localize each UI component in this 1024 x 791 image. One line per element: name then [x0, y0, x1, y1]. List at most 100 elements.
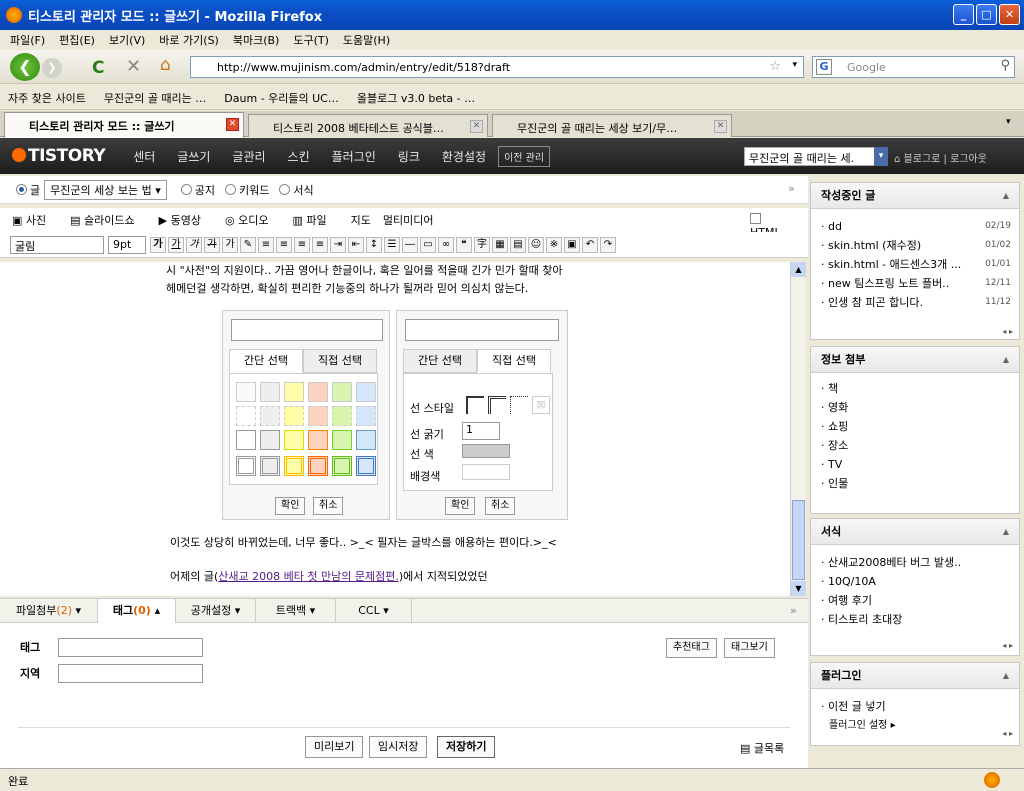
collapse-triangle-icon[interactable]: ▲ — [1003, 347, 1009, 373]
bookmark-mujin[interactable]: 무진군의 골 때리는 … — [104, 90, 206, 106]
swatch[interactable] — [356, 430, 376, 450]
underline-button[interactable]: 가 — [168, 236, 184, 253]
line-style-solid[interactable] — [466, 396, 484, 414]
collapse-triangle-icon[interactable]: ▲ — [1003, 519, 1009, 545]
maximize-button[interactable]: □ — [976, 4, 997, 25]
info-item-tv[interactable]: · TV — [811, 455, 1019, 474]
stop-icon[interactable]: ✕ — [126, 56, 141, 77]
swatch[interactable] — [260, 382, 280, 402]
swatch[interactable] — [308, 456, 328, 476]
outdent-button[interactable]: ⇤ — [348, 236, 364, 253]
swatch[interactable] — [236, 406, 256, 426]
nav-write[interactable]: 글쓰기 — [177, 148, 210, 165]
align-left-button[interactable]: ≡ — [258, 236, 274, 253]
menu-tools[interactable]: 도구(T) — [293, 32, 329, 48]
save-icon[interactable]: ▣ — [564, 236, 580, 253]
swatch[interactable] — [260, 406, 280, 426]
menu-file[interactable]: 파일(F) — [10, 32, 45, 48]
draft-item[interactable]: · dd 02/19 — [811, 217, 1019, 236]
simple-cancel-button[interactable]: 취소 — [313, 497, 344, 515]
direct-cancel-button[interactable]: 취소 — [485, 497, 516, 515]
scroll-up-icon[interactable]: ▲ — [791, 262, 806, 277]
swatch[interactable] — [356, 406, 376, 426]
nav-link[interactable]: 링크 — [398, 148, 420, 165]
attach-file[interactable]: ▥ 파일 — [292, 212, 338, 228]
nav-center[interactable]: 센터 — [133, 148, 155, 165]
tab-simple[interactable]: 간단 선택 — [403, 349, 477, 373]
emoticon-icon[interactable]: ☺ — [528, 236, 544, 253]
scroll-thumb[interactable] — [792, 500, 805, 580]
swatch[interactable] — [308, 430, 328, 450]
expand-icon[interactable]: » — [788, 182, 795, 195]
bookmark-daum[interactable]: Daum - 우리들의 UC… — [224, 90, 339, 106]
swatch[interactable] — [356, 456, 376, 476]
url-dropdown-icon[interactable]: ▾ — [792, 60, 797, 70]
swatch[interactable] — [236, 456, 256, 476]
special-char-button[interactable]: ※ — [546, 236, 562, 253]
dictionary-button[interactable]: 字 — [474, 236, 490, 253]
temp-save-button[interactable]: 임시저장 — [369, 736, 428, 758]
line-style-double[interactable] — [488, 396, 506, 414]
swatch[interactable] — [332, 430, 352, 450]
info-item-book[interactable]: · 책 — [811, 379, 1019, 398]
direct-ok-button[interactable]: 확인 — [445, 497, 476, 515]
indent-button[interactable]: ⇥ — [330, 236, 346, 253]
italic-button[interactable]: 가 — [186, 236, 202, 253]
swatch[interactable] — [236, 382, 256, 402]
preview-button[interactable]: 미리보기 — [305, 736, 364, 758]
swatch[interactable] — [284, 406, 304, 426]
tab-close-icon[interactable]: ✕ — [470, 120, 483, 133]
logout-link[interactable]: 로그아웃 — [950, 154, 987, 165]
tab-mujin-blog[interactable]: 무진군의 골 때리는 세상 보기/무… ✕ — [492, 114, 732, 137]
forward-arrow-icon[interactable]: ❯ — [42, 58, 62, 78]
swatch[interactable] — [260, 430, 280, 450]
region-input[interactable] — [58, 664, 203, 683]
pagination-arrows-icon[interactable]: ◂ ▸ — [985, 641, 1013, 653]
info-item-movie[interactable]: · 영화 — [811, 398, 1019, 417]
font-size-select[interactable]: 9pt — [108, 235, 146, 254]
draft-item[interactable]: · 인생 참 피곤 합니다. 11/12 — [811, 293, 1019, 312]
search-bar[interactable]: G Google ⚲ — [812, 56, 1015, 78]
menu-edit[interactable]: 편집(E) — [59, 32, 95, 48]
draft-item[interactable]: · new 팀스프링 노트 플버.. 12/11 — [811, 274, 1019, 293]
google-engine-icon[interactable]: G — [816, 59, 832, 75]
list-button[interactable]: ☰ — [384, 236, 400, 253]
blog-select-dropdown-icon[interactable]: ▾ — [874, 147, 888, 166]
link-button[interactable]: ∞ — [438, 236, 454, 253]
line-style-dotted[interactable] — [510, 396, 528, 414]
nav-skin[interactable]: 스킨 — [288, 148, 310, 165]
tab-tistory-beta[interactable]: 티스토리 2008 베타테스트 공식블… ✕ — [248, 114, 488, 137]
swatch[interactable] — [284, 382, 304, 402]
swatch[interactable] — [284, 456, 304, 476]
nav-manage[interactable]: 글관리 — [232, 148, 265, 165]
line-width-stepper[interactable]: 1 — [462, 422, 500, 440]
bg-color-picker[interactable] — [462, 464, 510, 480]
tab-ccl[interactable]: CCL ▾ — [336, 599, 412, 623]
align-justify-button[interactable]: ≡ — [312, 236, 328, 253]
nav-settings[interactable]: 환경설정 — [442, 148, 486, 165]
minimize-button[interactable]: _ — [953, 4, 974, 25]
bookmark-most-visited[interactable]: 자주 찾은 사이트 — [8, 90, 86, 106]
plugin-item[interactable]: · 이전 글 넣기 — [811, 697, 1019, 716]
tab-simple[interactable]: 간단 선택 — [229, 349, 303, 373]
tab-tistory-admin[interactable]: 티스토리 관리자 모드 :: 글쓰기 ✕ — [4, 112, 244, 138]
radio-template[interactable] — [279, 184, 291, 195]
table-button[interactable]: ▤ — [510, 236, 526, 253]
attach-map[interactable]: 지도 — [351, 212, 371, 228]
menu-bookmarks[interactable]: 북마크(B) — [233, 32, 280, 48]
bold-button[interactable]: 가 — [150, 236, 166, 253]
collapse-triangle-icon[interactable]: ▲ — [1003, 183, 1009, 209]
menu-view[interactable]: 보기(V) — [109, 32, 145, 48]
editor-content[interactable]: 시 "사전"의 지원이다.. 가끔 영어나 한글이나, 혹은 일어를 적을때 긴… — [0, 262, 790, 596]
nav-plugin[interactable]: 플러그인 — [332, 148, 376, 165]
swatch[interactable] — [308, 406, 328, 426]
attach-video[interactable]: ▶ 동영상 — [159, 212, 213, 228]
editor-scrollbar[interactable]: ▲ ▼ — [790, 262, 806, 596]
tab-file-attach[interactable]: 파일첨부(2) ▾ — [0, 599, 98, 623]
reload-icon[interactable]: C — [92, 58, 104, 78]
highlight-button[interactable]: ✎ — [240, 236, 256, 253]
glbox-button[interactable]: ▦ — [492, 236, 508, 253]
strike-button[interactable]: 가 — [204, 236, 220, 253]
tab-list-dropdown-icon[interactable]: ▾ — [1006, 117, 1011, 127]
old-admin-button[interactable]: 이전 관리 — [498, 145, 551, 167]
